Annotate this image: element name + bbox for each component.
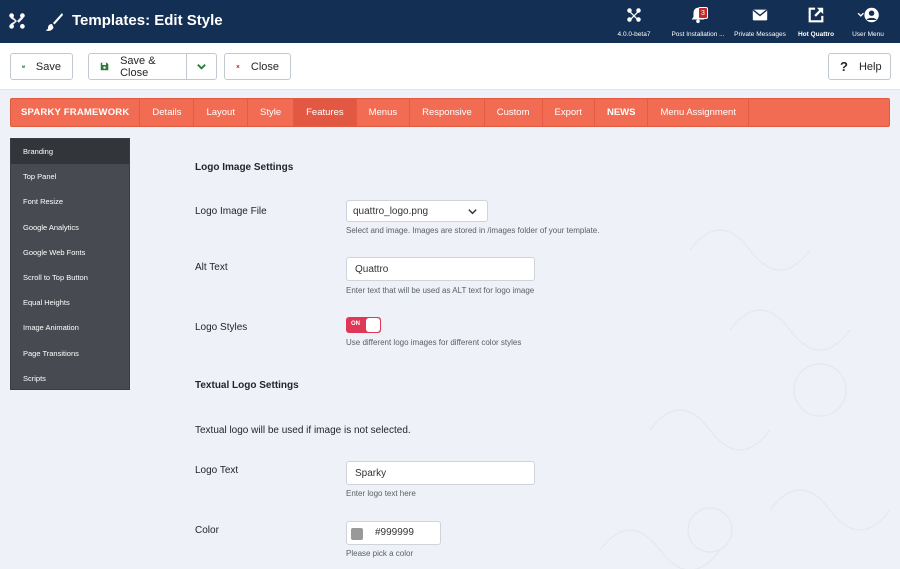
logo-styles-toggle[interactable]: ON (346, 317, 381, 333)
sidebar-item-scripts[interactable]: Scripts (11, 366, 129, 391)
private-messages-label: Private Messages (734, 31, 786, 38)
logo-text-hint: Enter logo text here (346, 489, 416, 498)
close-icon (236, 64, 240, 69)
logo-image-file-label: Logo Image File (195, 206, 267, 217)
header-bar: Templates: Edit Style 4.0.0-beta7 3 Post… (0, 0, 900, 43)
logo-image-heading: Logo Image Settings (195, 162, 294, 173)
save-close-label: Save & Close (120, 54, 156, 79)
envelope-icon (752, 9, 768, 21)
save-close-button[interactable]: Save & Close (88, 53, 187, 80)
user-icon (857, 7, 879, 23)
help-label: Help (858, 60, 882, 73)
toolbar: Save Save & Close Close ? Help (0, 43, 900, 90)
sidebar-item-image-animation[interactable]: Image Animation (11, 315, 129, 340)
save-icon (22, 65, 25, 68)
private-messages-item[interactable]: Private Messages (732, 6, 788, 38)
save-label: Save (35, 60, 61, 73)
alt-text-label: Alt Text (195, 262, 228, 273)
toggle-knob (366, 318, 380, 332)
question-icon: ? (840, 59, 848, 74)
user-menu-label: User Menu (852, 31, 884, 38)
help-button[interactable]: ? Help (828, 53, 891, 80)
textual-logo-note: Textual logo will be used if image is no… (195, 425, 411, 436)
close-label: Close (250, 60, 279, 73)
sidebar-item-font-resize[interactable]: Font Resize (11, 189, 129, 214)
hot-quattro-label: Hot Quattro (797, 31, 835, 38)
alt-text-hint: Enter text that will be used as ALT text… (346, 286, 535, 295)
logo-text-label: Logo Text (195, 465, 239, 476)
toggle-state: ON (351, 321, 360, 327)
save-options-dropdown[interactable] (186, 53, 217, 80)
logo-image-file-hint: Select and image. Images are stored in /… (346, 226, 600, 235)
chevron-down-icon (457, 201, 487, 221)
color-picker-input[interactable]: #999999 (346, 521, 441, 545)
sidebar-item-scroll-to-top[interactable]: Scroll to Top Button (11, 265, 129, 290)
notification-badge: 3 (698, 7, 708, 19)
color-label: Color (195, 525, 219, 536)
logo-text-input[interactable] (346, 461, 535, 485)
tab-news[interactable]: NEWS (595, 99, 649, 126)
tab-export[interactable]: Export (543, 99, 595, 126)
save-button[interactable]: Save (10, 53, 73, 80)
logo-image-file-value: quattro_logo.png (353, 206, 429, 217)
textual-logo-heading: Textual Logo Settings (195, 380, 299, 391)
post-installation-label: Post Installation ... (671, 31, 725, 38)
close-button[interactable]: Close (224, 53, 291, 80)
logo-image-file-select[interactable]: quattro_logo.png (346, 200, 488, 222)
color-hint: Please pick a color (346, 549, 414, 558)
tab-layout[interactable]: Layout (194, 99, 248, 126)
post-installation-item[interactable]: 3 Post Installation ... (670, 6, 726, 38)
version-item[interactable]: 4.0.0-beta7 (612, 6, 656, 38)
logo-styles-hint: Use different logo images for different … (346, 338, 522, 347)
tab-bar: SPARKY FRAMEWORK Details Layout Style Fe… (10, 98, 890, 127)
settings-form: Logo Image Settings Logo Image File quat… (130, 130, 900, 569)
user-menu-item[interactable]: User Menu (846, 6, 890, 38)
sidebar-item-google-analytics[interactable]: Google Analytics (11, 215, 129, 240)
sidebar-item-equal-heights[interactable]: Equal Heights (11, 290, 129, 315)
tab-style[interactable]: Style (248, 99, 295, 126)
joomla-icon (627, 8, 641, 22)
tab-menus[interactable]: Menus (357, 99, 411, 126)
tab-details[interactable]: Details (140, 99, 195, 126)
features-side-menu: Branding Top Panel Font Resize Google An… (10, 138, 130, 390)
chevron-down-icon (197, 64, 206, 70)
sidebar-item-google-web-fonts[interactable]: Google Web Fonts (11, 240, 129, 265)
tab-responsive[interactable]: Responsive (410, 99, 485, 126)
tab-custom[interactable]: Custom (485, 99, 543, 126)
sidebar-item-top-panel[interactable]: Top Panel (11, 164, 129, 189)
sidebar-item-page-transitions[interactable]: Page Transitions (11, 341, 129, 366)
logo-styles-label: Logo Styles (195, 322, 248, 333)
sidebar-item-branding[interactable]: Branding (11, 139, 129, 165)
external-link-icon (808, 7, 824, 23)
color-swatch (351, 528, 363, 540)
hot-quattro-item[interactable]: Hot Quattro (796, 6, 836, 38)
joomla-logo-icon[interactable] (8, 12, 26, 30)
tab-menu-assignment[interactable]: Menu Assignment (648, 99, 749, 126)
color-value: #999999 (375, 527, 414, 538)
paintbrush-icon (45, 13, 63, 31)
tab-features[interactable]: Features (294, 99, 357, 126)
page-title: Templates: Edit Style (72, 12, 223, 29)
tab-brand[interactable]: SPARKY FRAMEWORK (11, 99, 141, 126)
alt-text-input[interactable] (346, 257, 535, 281)
background-pattern (599, 229, 891, 569)
save-icon (100, 62, 109, 71)
version-label: 4.0.0-beta7 (617, 31, 651, 38)
